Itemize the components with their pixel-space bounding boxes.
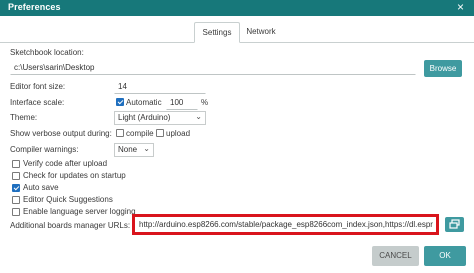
tab-network[interactable]: Network [240,22,282,41]
close-icon[interactable]: × [457,1,464,14]
editor-font-size-input[interactable]: 14 [114,80,206,94]
percent-unit: % [201,98,209,107]
automatic-checkbox[interactable] [116,98,124,106]
language-server-logging-label: Enable language server logging [23,207,136,216]
boards-manager-label: Additional boards manager URLs: [10,221,131,230]
verbose-output-label: Show verbose output during: [10,129,112,138]
compile-checkbox[interactable] [116,129,124,137]
upload-checkbox[interactable] [156,129,164,137]
open-window-icon[interactable] [445,217,464,232]
auto-save-label: Auto save [23,183,59,192]
sketchbook-location-label: Sketchbook location: [10,48,84,57]
cancel-button[interactable]: CANCEL [372,246,419,266]
auto-save-checkbox[interactable] [12,184,20,192]
boards-manager-urls-input[interactable]: http://arduino.esp8266.com/stable/packag… [139,220,437,229]
browse-button[interactable]: Browse [424,60,462,77]
theme-label: Theme: [10,113,38,122]
sketchbook-location-input[interactable]: c:\Users\sarin\Desktop [10,61,416,75]
preferences-window: Preferences × Settings Network Sketchboo… [0,0,474,273]
compile-label: compile [126,129,154,138]
interface-scale-input[interactable]: 100 [166,96,198,110]
automatic-label: Automatic [126,98,162,107]
quick-suggestions-label: Editor Quick Suggestions [23,195,113,204]
boards-manager-highlight: http://arduino.esp8266.com/stable/packag… [132,214,439,235]
compiler-warnings-value: None [118,145,138,154]
theme-select-value: Light (Arduino) [118,113,171,122]
compiler-warnings-select[interactable]: None ⌄ [114,143,154,157]
upload-label: upload [166,129,191,138]
quick-suggestions-checkbox[interactable] [12,196,20,204]
interface-scale-label: Interface scale: [10,98,65,107]
chevron-down-icon: ⌄ [143,144,150,153]
title-bar: Preferences × [0,0,474,16]
window-title: Preferences [8,2,61,12]
theme-select[interactable]: Light (Arduino) ⌄ [114,111,206,125]
tab-settings[interactable]: Settings [194,22,240,43]
editor-font-size-label: Editor font size: [10,82,66,91]
open-window-glyph [449,219,460,229]
tab-bar: Settings Network [0,20,474,43]
verify-after-upload-checkbox[interactable] [12,160,20,168]
check-updates-checkbox[interactable] [12,172,20,180]
ok-button[interactable]: OK [424,246,466,266]
compiler-warnings-label: Compiler warnings: [10,145,79,154]
verify-after-upload-label: Verify code after upload [23,159,108,168]
chevron-down-icon: ⌄ [195,112,202,121]
language-server-logging-checkbox[interactable] [12,208,20,216]
check-updates-label: Check for updates on startup [23,171,126,180]
